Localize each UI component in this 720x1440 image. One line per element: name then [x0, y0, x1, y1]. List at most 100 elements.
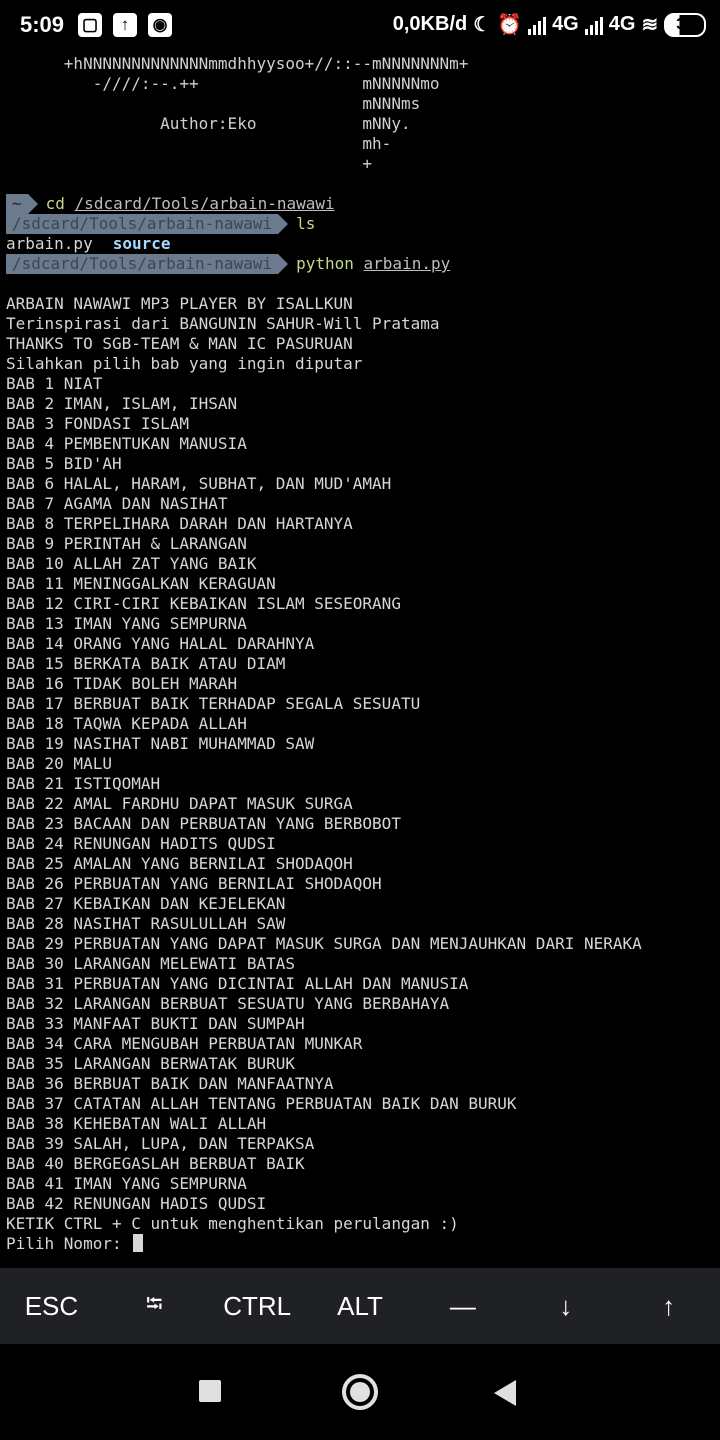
back-icon[interactable] [494, 1380, 516, 1406]
cursor [133, 1234, 144, 1252]
output-line: BAB 40 BERGEGASLAH BERBUAT BAIK [6, 1154, 305, 1173]
program-output: ARBAIN NAWAWI MP3 PLAYER BY ISALLKUN Teri… [6, 294, 714, 1234]
wifi-icon: ≋ [641, 14, 659, 36]
prompt-home: ~ [6, 194, 28, 214]
command-arg: arbain.py [363, 254, 451, 273]
output-line: BAB 23 BACAAN DAN PERBUATAN YANG BERBOBO… [6, 814, 401, 833]
output-line: ARBAIN NAWAWI MP3 PLAYER BY ISALLKUN [6, 294, 353, 313]
command-line: /sdcard/Tools/arbain-nawawi ls [6, 214, 714, 234]
output-line: BAB 9 PERINTAH & LARANGAN [6, 534, 247, 553]
ctrl-key[interactable]: CTRL [206, 1291, 309, 1322]
output-line: BAB 27 KEBAIKAN DAN KEJELEKAN [6, 894, 286, 913]
output-line: KETIK CTRL + C untuk menghentikan perula… [6, 1214, 459, 1233]
output-line: BAB 28 NASIHAT RASULULLAH SAW [6, 914, 286, 933]
output-line: BAB 21 ISTIQOMAH [6, 774, 161, 793]
output-line: BAB 5 BID'AH [6, 454, 122, 473]
network-type-1: 4G [552, 13, 579, 35]
up-arrow-key[interactable]: ↑ [617, 1291, 720, 1322]
output-line: BAB 7 AGAMA DAN NASIHAT [6, 494, 228, 513]
navigation-bar [0, 1344, 720, 1440]
output-line: THANKS TO SGB-TEAM & MAN IC PASURUAN [6, 334, 353, 353]
output-line: BAB 26 PERBUATAN YANG BERNILAI SHODAQOH [6, 874, 382, 893]
output-line: BAB 3 FONDASI ISLAM [6, 414, 190, 433]
command-line: ~ cd /sdcard/Tools/arbain-nawawi [6, 194, 714, 214]
record-icon: ◉ [148, 13, 172, 37]
status-bar: 5:09 ▢ ↑ ◉ 0,0KB/d ☾ ⏰ 4G 4G ≋ 36 [0, 0, 720, 52]
banner-line: mNNNms [6, 94, 421, 113]
output-line: BAB 19 NASIHAT NABI MUHAMMAD SAW [6, 734, 315, 753]
output-line: BAB 1 NIAT [6, 374, 103, 393]
ls-output: arbain.py source [6, 234, 714, 254]
output-line: BAB 29 PERBUATAN YANG DAPAT MASUK SURGA … [6, 934, 642, 953]
upload-icon: ↑ [113, 13, 137, 37]
command: ls [296, 214, 316, 233]
esc-key[interactable]: ESC [0, 1291, 103, 1322]
output-line: BAB 15 BERKATA BAIK ATAU DIAM [6, 654, 286, 673]
output-line: BAB 39 SALAH, LUPA, DAN TERPAKSA [6, 1134, 315, 1153]
output-line: BAB 13 IMAN YANG SEMPURNA [6, 614, 247, 633]
extra-keys-bar: ESC ⭾ CTRL ALT — ↓ ↑ [0, 1268, 720, 1344]
output-line: BAB 41 IMAN YANG SEMPURNA [6, 1174, 247, 1193]
dash-key[interactable]: — [411, 1291, 514, 1322]
output-line: BAB 4 PEMBENTUKAN MANUSIA [6, 434, 247, 453]
output-line: BAB 42 RENUNGAN HADIS QUDSI [6, 1194, 267, 1213]
output-line: BAB 2 IMAN, ISLAM, IHSAN [6, 394, 238, 413]
tab-key[interactable]: ⭾ [103, 1287, 206, 1325]
output-line: BAB 32 LARANGAN BERBUAT SESUATU YANG BER… [6, 994, 450, 1013]
command: python [296, 254, 354, 273]
prompt-path: /sdcard/Tools/arbain-nawawi [6, 254, 279, 274]
signal-icon [528, 15, 547, 35]
alt-key[interactable]: ALT [309, 1291, 412, 1322]
output-line: BAB 10 ALLAH ZAT YANG BAIK [6, 554, 257, 573]
output-line: Terinspirasi dari BANGUNIN SAHUR-Will Pr… [6, 314, 440, 333]
recents-icon[interactable] [199, 1380, 221, 1402]
output-line: BAB 20 MALU [6, 754, 112, 773]
output-line: BAB 33 MANFAAT BUKTI DAN SUMPAH [6, 1014, 305, 1033]
output-line: BAB 22 AMAL FARDHU DAPAT MASUK SURGA [6, 794, 353, 813]
output-line: BAB 11 MENINGGALKAN KERAGUAN [6, 574, 276, 593]
banner-line: Author:Eko mNNy. [6, 114, 411, 133]
output-line: BAB 14 ORANG YANG HALAL DARAHNYA [6, 634, 315, 653]
moon-icon: ☾ [473, 14, 492, 36]
banner-line: -////:--.++ mNNNNNmo [6, 74, 440, 93]
command: cd [45, 194, 65, 213]
command-line: /sdcard/Tools/arbain-nawawi python arbain… [6, 254, 714, 274]
signal-icon-2 [584, 15, 603, 35]
home-icon[interactable] [342, 1374, 378, 1410]
ascii-banner: +hNNNNNNNNNNNNNmmdhhyysoo+//::--mNNNNNNN… [6, 54, 714, 174]
output-line: BAB 6 HALAL, HARAM, SUBHAT, DAN MUD'AMAH [6, 474, 392, 493]
dir-entry: source [112, 234, 171, 253]
status-right: 0,0KB/d ☾ ⏰ 4G 4G ≋ 36 [393, 12, 706, 37]
output-line: BAB 16 TIDAK BOLEH MARAH [6, 674, 238, 693]
banner-line: +hNNNNNNNNNNNNNmmdhhyysoo+//::--mNNNNNNN… [6, 54, 469, 73]
network-type-2: 4G [608, 13, 636, 35]
input-line[interactable]: Pilih Nomor: [6, 1234, 714, 1254]
battery-icon: 36 [664, 12, 706, 37]
screenshot-icon: ▢ [78, 13, 102, 37]
output-line: BAB 12 CIRI-CIRI KEBAIKAN ISLAM SESEORAN… [6, 594, 401, 613]
output-line: BAB 18 TAQWA KEPADA ALLAH [6, 714, 247, 733]
output-line: BAB 24 RENUNGAN HADITS QUDSI [6, 834, 276, 853]
clock: 5:09 [20, 12, 65, 37]
file-entry: arbain.py [6, 234, 93, 253]
banner-line: + [6, 154, 373, 173]
output-line: BAB 36 BERBUAT BAIK DAN MANFAATNYA [6, 1074, 334, 1093]
output-line: BAB 31 PERBUATAN YANG DICINTAI ALLAH DAN… [6, 974, 469, 993]
alarm-icon: ⏰ [497, 14, 523, 36]
banner-line: mh- [6, 134, 392, 153]
input-prompt: Pilih Nomor: [6, 1234, 132, 1253]
command-arg: /sdcard/Tools/arbain-nawawi [74, 194, 335, 213]
output-line: BAB 8 TERPELIHARA DARAH DAN HARTANYA [6, 514, 353, 533]
output-line: BAB 25 AMALAN YANG BERNILAI SHODAQOH [6, 854, 353, 873]
output-line: BAB 17 BERBUAT BAIK TERHADAP SEGALA SESU… [6, 694, 421, 713]
output-line: BAB 37 CATATAN ALLAH TENTANG PERBUATAN B… [6, 1094, 517, 1113]
output-line: BAB 38 KEHEBATAN WALI ALLAH [6, 1114, 267, 1133]
network-speed: 0,0KB/d [392, 13, 468, 35]
prompt-path: /sdcard/Tools/arbain-nawawi [6, 214, 279, 234]
down-arrow-key[interactable]: ↓ [514, 1291, 617, 1322]
terminal[interactable]: +hNNNNNNNNNNNNNmmdhhyysoo+//::--mNNNNNNN… [6, 54, 714, 1254]
output-line: BAB 34 CARA MENGUBAH PERBUATAN MUNKAR [6, 1034, 363, 1053]
output-line: Silahkan pilih bab yang ingin diputar [6, 354, 363, 373]
output-line: BAB 35 LARANGAN BERWATAK BURUK [6, 1054, 295, 1073]
output-line: BAB 30 LARANGAN MELEWATI BATAS [6, 954, 295, 973]
